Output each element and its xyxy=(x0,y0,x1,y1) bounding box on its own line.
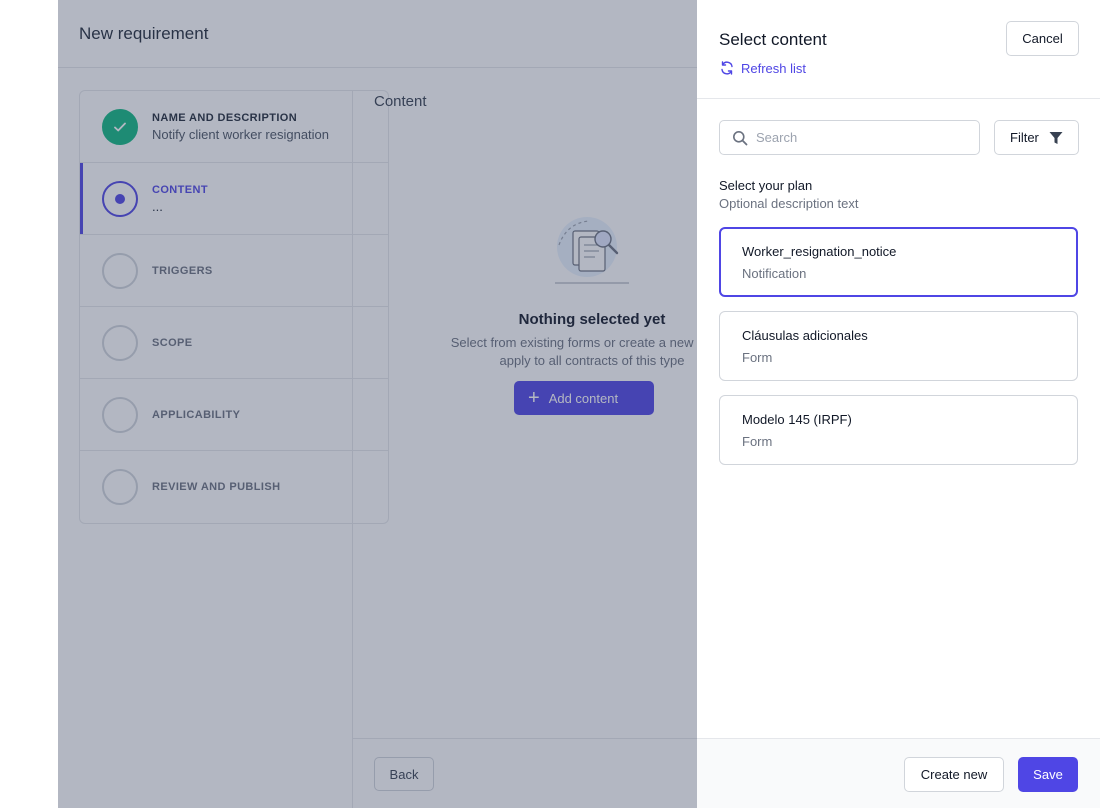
drawer-footer: Create new Save xyxy=(697,738,1100,808)
step-description: ... xyxy=(152,198,163,214)
step-pending-icon xyxy=(102,252,138,289)
stepper: NAME AND DESCRIPTION Notify client worke… xyxy=(79,90,389,524)
funnel-icon xyxy=(1049,131,1063,144)
back-button[interactable]: Back xyxy=(374,757,434,791)
filter-button[interactable]: Filter xyxy=(994,120,1079,155)
plus-icon: + xyxy=(528,387,540,409)
content-option[interactable]: Cláusulas adicionales Form xyxy=(719,311,1078,381)
option-title: Cláusulas adicionales xyxy=(742,328,868,343)
step-applicability[interactable]: APPLICABILITY xyxy=(80,379,388,451)
content-option[interactable]: Modelo 145 (IRPF) Form xyxy=(719,395,1078,465)
option-type: Notification xyxy=(742,266,807,281)
option-title: Worker_resignation_notice xyxy=(742,244,897,259)
step-scope[interactable]: SCOPE xyxy=(80,307,388,379)
option-type: Form xyxy=(742,434,773,449)
drawer-header: Select content Refresh list Cancel xyxy=(697,0,1100,99)
step-content[interactable]: CONTENT ... xyxy=(80,163,388,235)
filter-label: Filter xyxy=(1010,130,1039,145)
step-label: SCOPE xyxy=(152,336,193,349)
content-option[interactable]: Worker_resignation_notice Notification xyxy=(719,227,1078,297)
content-option-list: Worker_resignation_notice Notification C… xyxy=(719,227,1078,479)
drawer-title: Select content xyxy=(719,30,827,49)
search-icon xyxy=(733,130,748,145)
select-content-drawer: Select content Refresh list Cancel Filte… xyxy=(697,0,1100,808)
cancel-button[interactable]: Cancel xyxy=(1006,21,1079,56)
step-triggers[interactable]: TRIGGERS xyxy=(80,235,388,307)
step-label: REVIEW AND PUBLISH xyxy=(152,481,281,493)
option-title: Modelo 145 (IRPF) xyxy=(742,412,852,427)
step-pending-icon xyxy=(102,324,138,361)
step-pending-icon xyxy=(102,396,138,433)
add-content-button[interactable]: + Add content xyxy=(514,381,654,415)
step-current-icon xyxy=(102,180,138,217)
step-label: APPLICABILITY xyxy=(152,408,241,421)
search-input[interactable] xyxy=(756,130,956,145)
step-description: Notify client worker resignation xyxy=(152,126,330,142)
step-review-and-publish[interactable]: REVIEW AND PUBLISH xyxy=(80,451,388,523)
step-name-and-description[interactable]: NAME AND DESCRIPTION Notify client worke… xyxy=(80,91,388,163)
refresh-list-link[interactable]: Refresh list xyxy=(719,60,806,76)
add-content-label: Add content xyxy=(548,390,619,406)
step-complete-icon xyxy=(102,108,138,145)
step-label: CONTENT xyxy=(152,183,208,196)
create-new-button[interactable]: Create new xyxy=(904,757,1004,792)
step-pending-icon xyxy=(102,469,138,505)
documents-search-illustration xyxy=(555,217,629,284)
save-button[interactable]: Save xyxy=(1018,757,1078,792)
page-title: New requirement xyxy=(79,23,209,43)
option-type: Form xyxy=(742,350,773,365)
plan-description: Optional description text xyxy=(719,196,859,211)
plan-label: Select your plan xyxy=(719,178,813,193)
search-field[interactable] xyxy=(719,120,980,155)
content-section-title: Content xyxy=(374,93,427,110)
step-label: NAME AND DESCRIPTION xyxy=(152,111,298,124)
refresh-icon xyxy=(721,61,733,75)
refresh-list-label: Refresh list xyxy=(741,60,807,76)
divider xyxy=(352,90,353,808)
step-label: TRIGGERS xyxy=(152,264,213,277)
